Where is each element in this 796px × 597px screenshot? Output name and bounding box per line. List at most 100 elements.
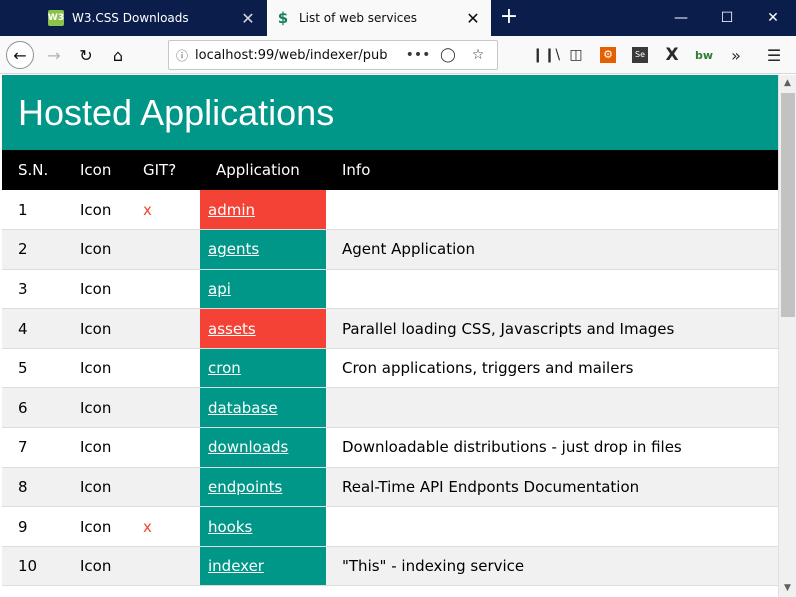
cell-sn: 4 bbox=[2, 308, 64, 349]
selenium-extension-button[interactable]: Se bbox=[626, 42, 654, 68]
cell-info: Parallel loading CSS, Javascripts and Im… bbox=[326, 308, 778, 349]
cell-git bbox=[127, 308, 200, 349]
cell-git bbox=[127, 269, 200, 310]
table-row: 10 Icon indexer "This" - indexing service bbox=[2, 546, 778, 587]
cell-icon: Icon bbox=[64, 546, 127, 587]
home-icon: ⌂ bbox=[112, 45, 124, 65]
application-link[interactable]: assets bbox=[208, 320, 256, 338]
address-bar[interactable]: ⓘ ••• ◯ ☆ bbox=[168, 40, 498, 70]
cell-application: endpoints bbox=[200, 467, 326, 508]
cell-sn: 8 bbox=[2, 467, 64, 508]
table-row: 5 Icon cron Cron applications, triggers and… bbox=[2, 348, 778, 389]
header-icon: Icon bbox=[80, 161, 112, 179]
header-application: Application bbox=[216, 161, 300, 179]
library-button[interactable]: ❙❙\ bbox=[532, 42, 560, 68]
tab-list-of-web-services[interactable]: $ List of web services ✕ bbox=[267, 0, 491, 36]
overflow-menu-button[interactable]: » bbox=[722, 42, 750, 68]
cell-application: assets bbox=[200, 308, 326, 349]
selenium-icon: Se bbox=[632, 47, 648, 63]
cell-sn: 1 bbox=[2, 190, 64, 231]
pocket-icon[interactable]: ◯ bbox=[433, 47, 463, 63]
navigation-toolbar: ← → ↻ ⌂ ⓘ ••• ◯ ☆ ❙❙\ ◫ ⚙ Se X bw » ☰ bbox=[0, 36, 796, 74]
application-link[interactable]: agents bbox=[208, 240, 259, 258]
cell-application: agents bbox=[200, 229, 326, 270]
cell-git bbox=[127, 387, 200, 429]
application-link[interactable]: api bbox=[208, 280, 231, 298]
cell-icon: Icon bbox=[64, 269, 127, 310]
cell-git bbox=[127, 348, 200, 389]
cell-icon: Icon bbox=[64, 427, 127, 468]
forward-arrow-icon: → bbox=[47, 45, 61, 65]
application-link[interactable]: endpoints bbox=[208, 478, 282, 496]
cell-icon: Icon bbox=[64, 229, 127, 270]
scroll-up-arrow-icon[interactable]: ▲ bbox=[779, 75, 796, 92]
application-link[interactable]: hooks bbox=[208, 518, 252, 536]
scroll-down-arrow-icon[interactable]: ▼ bbox=[779, 580, 796, 597]
hamburger-icon: ☰ bbox=[766, 45, 782, 65]
url-input[interactable] bbox=[195, 47, 403, 63]
cell-application: cron bbox=[200, 348, 326, 389]
cell-icon: Icon bbox=[64, 308, 127, 349]
close-tab-icon[interactable]: ✕ bbox=[461, 9, 485, 28]
new-tab-button[interactable]: + bbox=[496, 5, 522, 31]
cell-info bbox=[326, 269, 778, 310]
tab-w3css-downloads[interactable]: W3 W3.CSS Downloads ✕ bbox=[40, 0, 266, 36]
cell-application: indexer bbox=[200, 546, 326, 587]
x-extension-button[interactable]: X bbox=[658, 42, 686, 68]
extension-button[interactable]: ⚙ bbox=[594, 42, 622, 68]
extension-gear-icon: ⚙ bbox=[600, 47, 616, 63]
application-link[interactable]: indexer bbox=[208, 557, 264, 575]
tab-title: List of web services bbox=[299, 11, 418, 25]
double-chevron-icon: » bbox=[731, 45, 741, 65]
application-link[interactable]: downloads bbox=[208, 438, 288, 456]
home-button[interactable]: ⌂ bbox=[104, 41, 132, 69]
cell-sn: 2 bbox=[2, 229, 64, 270]
application-link[interactable]: cron bbox=[208, 359, 241, 377]
minimize-window-button[interactable]: — bbox=[658, 0, 704, 36]
close-tab-icon[interactable]: ✕ bbox=[236, 9, 260, 28]
hamburger-menu-button[interactable]: ☰ bbox=[760, 42, 788, 68]
info-icon[interactable]: ⓘ bbox=[169, 47, 195, 64]
cell-sn: 9 bbox=[2, 506, 64, 547]
back-button[interactable]: ← bbox=[6, 41, 34, 69]
reload-button[interactable]: ↻ bbox=[72, 41, 100, 69]
application-link[interactable]: database bbox=[208, 399, 278, 417]
table-row: 1 Icon x admin bbox=[2, 190, 778, 231]
bw-extension-button[interactable]: bw bbox=[690, 42, 718, 68]
scrollbar-thumb[interactable] bbox=[781, 93, 795, 317]
cell-icon: Icon bbox=[64, 387, 127, 429]
cell-icon: Icon bbox=[64, 348, 127, 389]
application-link[interactable]: admin bbox=[208, 201, 255, 219]
cell-application: hooks bbox=[200, 506, 326, 547]
cell-icon: Icon bbox=[64, 190, 127, 231]
cell-git bbox=[127, 546, 200, 587]
cell-info bbox=[326, 387, 778, 429]
cell-icon: Icon bbox=[64, 467, 127, 508]
cell-git: x bbox=[127, 506, 200, 547]
cell-sn: 5 bbox=[2, 348, 64, 389]
w3css-favicon-icon: W3 bbox=[48, 10, 64, 26]
cell-application: database bbox=[200, 387, 326, 429]
close-window-button[interactable]: ✕ bbox=[750, 0, 796, 36]
maximize-window-button[interactable]: ☐ bbox=[704, 0, 750, 36]
cell-info: Real-Time API Endponts Documentation bbox=[326, 467, 778, 508]
cell-application: api bbox=[200, 269, 326, 310]
sidebar-button[interactable]: ◫ bbox=[562, 42, 590, 68]
cell-application: downloads bbox=[200, 427, 326, 468]
cell-info: "This" - indexing service bbox=[326, 546, 778, 587]
page-actions-icon[interactable]: ••• bbox=[403, 47, 433, 63]
table-row: 7 Icon downloads Downloadable distributions… bbox=[2, 427, 778, 468]
header-info: Info bbox=[342, 161, 371, 179]
cell-sn: 10 bbox=[2, 546, 64, 587]
page-title: Hosted Applications bbox=[18, 91, 335, 133]
page-header: Hosted Applications bbox=[2, 75, 778, 150]
bookmark-star-icon[interactable]: ☆ bbox=[463, 47, 493, 63]
table-row: 2 Icon agents Agent Application bbox=[2, 229, 778, 270]
vertical-scrollbar[interactable]: ▲ ▼ bbox=[778, 75, 796, 597]
forward-button[interactable]: → bbox=[40, 41, 68, 69]
cell-info: Downloadable distributions - just drop i… bbox=[326, 427, 778, 468]
cell-icon: Icon bbox=[64, 506, 127, 547]
table-header-row: S.N. Icon GIT? Application Info bbox=[2, 150, 778, 190]
cell-info: Agent Application bbox=[326, 229, 778, 270]
table-row: 3 Icon api bbox=[2, 269, 778, 310]
